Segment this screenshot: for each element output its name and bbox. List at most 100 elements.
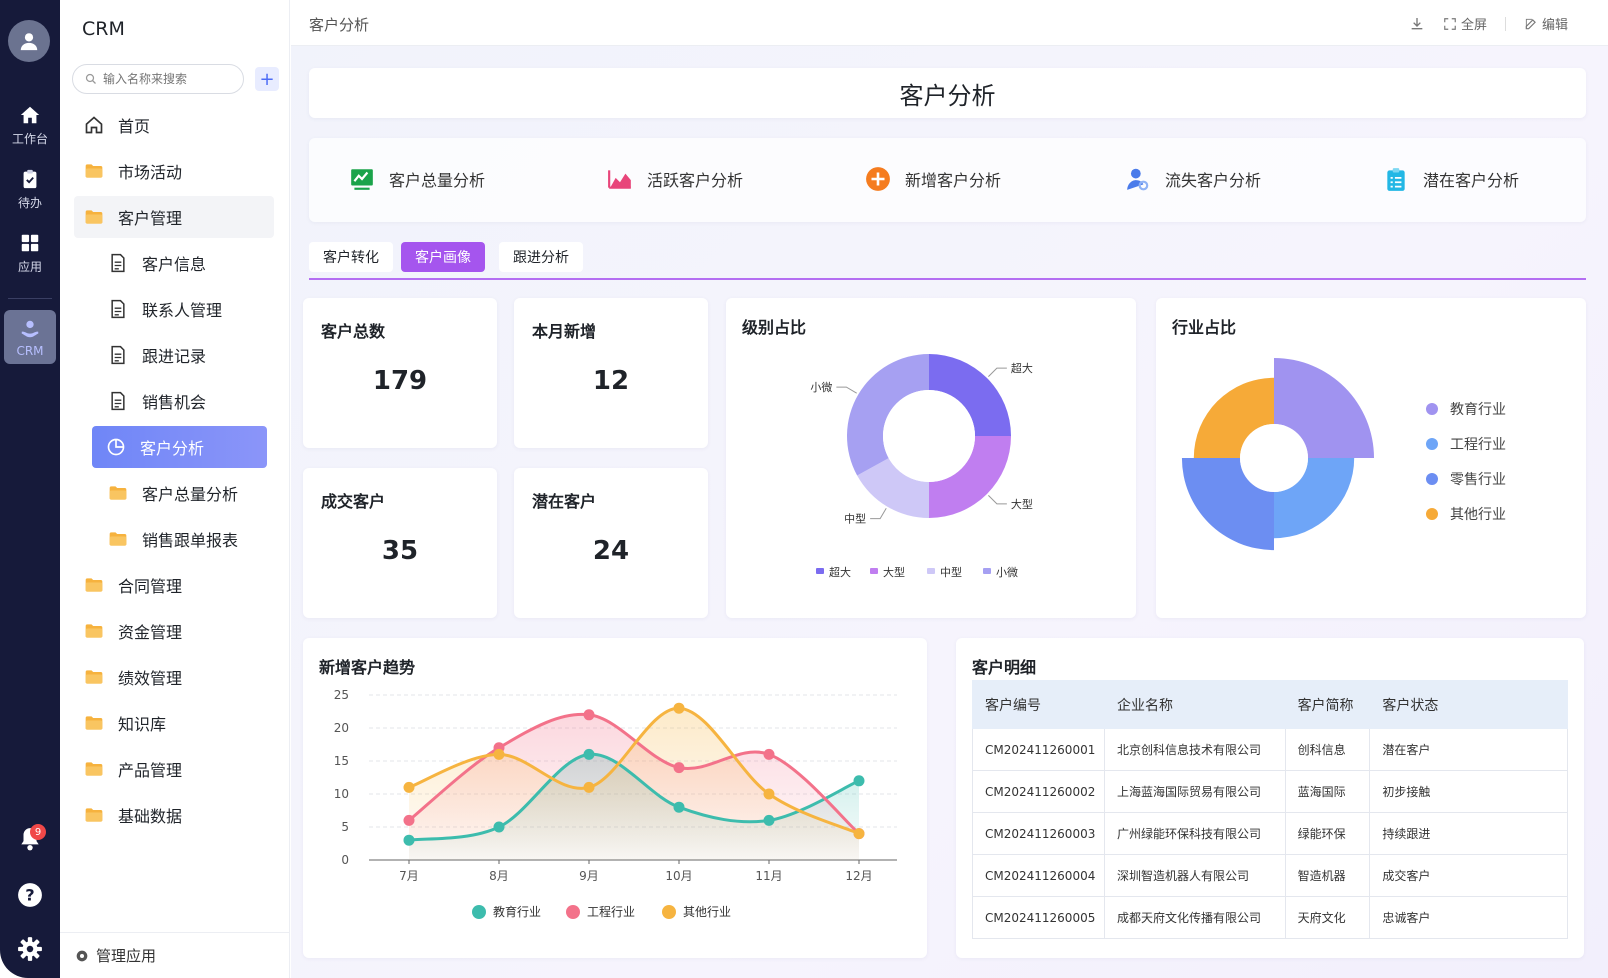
data-point[interactable] [403,814,415,826]
data-point[interactable] [763,748,775,760]
data-point[interactable] [853,828,865,840]
sidebar-item-contacts[interactable]: 联系人管理 [94,288,274,330]
kpi-potential-customers: 潜在客户 24 [514,468,708,618]
level-ratio-card: 级别占比 超大 大型 中型 小微 超大 大型 中型 小微 [726,298,1136,618]
sidebar-item-sales-opportunity[interactable]: 销售机会 [94,380,274,422]
tab-conversion[interactable]: 客户转化 [309,242,393,272]
sidebar-item-market[interactable]: 市场活动 [74,150,274,192]
table-cell: 天府文化 [1284,896,1371,939]
kpi-label: 本月新增 [532,322,597,341]
table-row[interactable]: CM202411260003 广州绿能环保科技有限公司 绿能环保 持续跟进 [972,812,1568,855]
data-point[interactable] [763,814,775,826]
tab-portrait[interactable]: 客户画像 [401,242,485,272]
user-avatar[interactable] [8,20,50,62]
column-header: 客户编号 [972,680,1105,729]
sidebar-item-customer-info[interactable]: 客户信息 [94,242,274,284]
notification-badge: 9 [30,824,46,840]
clipboard-list-icon [1387,168,1405,191]
data-point[interactable] [673,801,685,813]
data-point[interactable] [763,788,775,800]
x-tick-label: 7月 [399,869,419,883]
table-cell: 深圳智造机器人有限公司 [1103,854,1286,897]
sidebar-item-label: 绩效管理 [118,669,183,688]
legend-label: 其他行业 [1450,507,1506,523]
sidebar-item-label: 销售跟单报表 [142,531,239,550]
sidebar-item-knowledge[interactable]: 知识库 [74,702,274,744]
rail-item-workbench[interactable]: 工作台 [0,104,60,147]
sidebar-item-customer-mgmt[interactable]: 客户管理 [74,196,274,238]
data-point[interactable] [583,709,595,721]
legend-label: 超大 [829,565,851,579]
rail-item-crm[interactable]: CRM [4,310,56,364]
fullscreen-button[interactable]: 全屏 [1443,14,1487,33]
sidebar-item-contract[interactable]: 合同管理 [74,564,274,606]
data-point[interactable] [403,834,415,846]
svg-text:?: ? [25,885,34,904]
kpi-label: 成交客户 [321,492,386,511]
data-point[interactable] [673,702,685,714]
sidebar-item-base-data[interactable]: 基础数据 [74,794,274,836]
table-cell: 蓝海国际 [1284,770,1371,813]
kpi-value: 12 [592,366,630,396]
data-point[interactable] [673,762,685,774]
search-input[interactable] [103,72,233,86]
folder-icon [85,670,103,684]
label-leader-line [870,508,887,520]
sidebar-item-sales-report[interactable]: 销售跟单报表 [94,518,274,560]
manage-apps-button[interactable]: 管理应用 [60,932,290,978]
y-tick-label: 5 [341,820,349,834]
folder-icon [109,486,127,500]
sidebar-item-product[interactable]: 产品管理 [74,748,274,790]
label-leader-line [988,495,1007,505]
data-point[interactable] [493,821,505,833]
quick-link-total[interactable]: 客户总量分析 [349,166,485,192]
legend-label: 教育行业 [493,904,541,919]
slice-label: 中型 [844,512,866,526]
y-tick-label: 15 [334,754,349,768]
legend-label: 工程行业 [1450,437,1506,453]
sidebar-item-label: 合同管理 [118,577,183,596]
quick-link-potential[interactable]: 潜在客户分析 [1383,166,1519,192]
table-row[interactable]: CM202411260004 深圳智造机器人有限公司 智造机器 成交客户 [972,854,1568,897]
data-point[interactable] [493,748,505,760]
sidebar-item-label: 产品管理 [118,761,183,780]
sidebar-item-label: 市场活动 [118,163,183,182]
data-point[interactable] [853,775,865,787]
sidebar-item-customer-analysis[interactable]: 客户分析 [92,426,267,468]
kpi-total-customers: 客户总数 179 [303,298,497,448]
table-cell: 北京创科信息技术有限公司 [1103,728,1286,771]
edit-button[interactable]: 编辑 [1524,14,1568,33]
x-tick-label: 12月 [845,869,872,883]
add-button[interactable]: + [255,67,279,91]
column-header: 客户状态 [1369,680,1568,729]
area-chart-icon [608,170,631,189]
data-point[interactable] [583,781,595,793]
sidebar-item-label: 首页 [118,117,151,136]
user-search-icon [1127,168,1149,191]
sidebar-item-finance[interactable]: 资金管理 [74,610,274,652]
quick-link-new[interactable]: 新增客户分析 [865,166,1001,192]
x-tick-label: 10月 [665,869,692,883]
gear-icon[interactable] [17,936,43,962]
table-cell: 成交客户 [1369,854,1568,897]
quick-link-active[interactable]: 活跃客户分析 [607,166,743,192]
document-icon [111,299,125,319]
sidebar-item-total-analysis[interactable]: 客户总量分析 [94,472,274,514]
sidebar-search[interactable] [72,64,244,94]
table-cell: 智造机器 [1284,854,1371,897]
table-row[interactable]: CM202411260002 上海蓝海国际贸易有限公司 蓝海国际 初步接触 [972,770,1568,813]
table-row[interactable]: CM202411260005 成都天府文化传播有限公司 天府文化 忠诚客户 [972,896,1568,939]
sidebar-item-performance[interactable]: 绩效管理 [74,656,274,698]
help-icon[interactable]: ? [17,882,43,908]
data-point[interactable] [403,781,415,793]
table-row[interactable]: CM202411260001 北京创科信息技术有限公司 创科信息 潜在客户 [972,728,1568,771]
rail-item-todo[interactable]: 待办 [0,168,60,211]
data-point[interactable] [583,748,595,760]
rail-item-apps[interactable]: 应用 [0,232,60,275]
download-icon[interactable] [1409,16,1425,32]
kpi-value: 24 [592,536,630,566]
tab-followup[interactable]: 跟进分析 [499,242,583,272]
quick-link-churn[interactable]: 流失客户分析 [1125,166,1261,192]
sidebar-item-followup-records[interactable]: 跟进记录 [94,334,274,376]
sidebar-item-home[interactable]: 首页 [74,104,274,146]
